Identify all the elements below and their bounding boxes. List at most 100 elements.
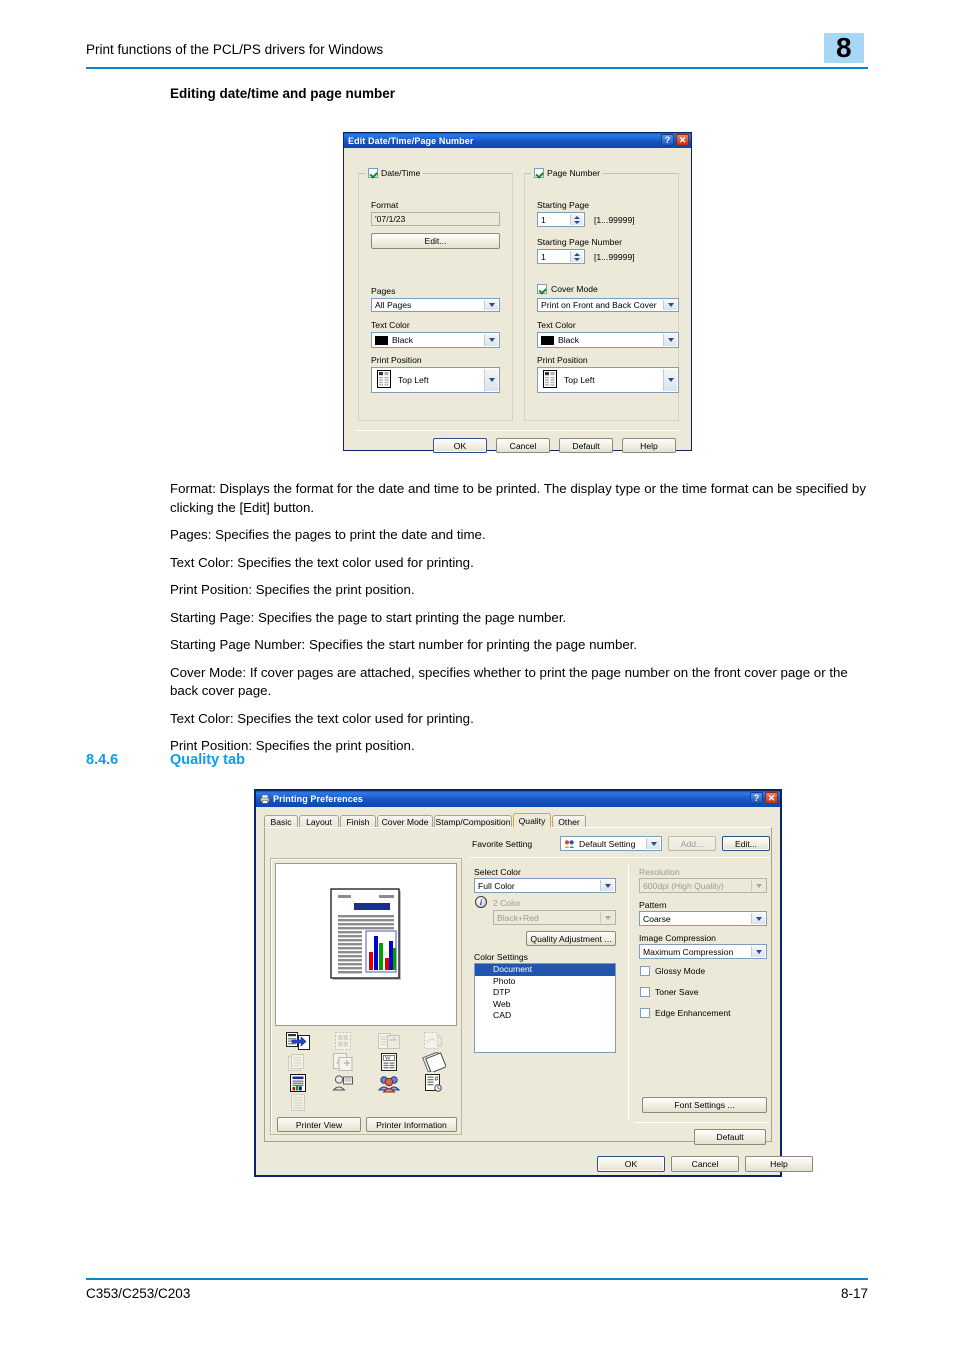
page-number-icon[interactable]: #: [412, 1072, 458, 1093]
pagenumber-checkbox[interactable]: [534, 168, 544, 178]
glossy-mode-row[interactable]: Glossy Mode: [640, 966, 705, 976]
edge-enhancement-row[interactable]: Edge Enhancement: [640, 1008, 731, 1018]
list-item[interactable]: Web: [475, 999, 615, 1011]
help-icon[interactable]: ?: [661, 134, 674, 146]
font-settings-button[interactable]: Font Settings ...: [642, 1097, 767, 1113]
cancel-button[interactable]: Cancel: [496, 438, 550, 453]
favorite-edit-button[interactable]: Edit...: [722, 836, 770, 851]
rotate-page-icon[interactable]: [412, 1051, 458, 1073]
starting-page-number-range: [1...99999]: [594, 252, 635, 262]
pages-combo[interactable]: All Pages: [371, 298, 500, 312]
toner-save-row[interactable]: Toner Save: [640, 987, 698, 997]
cover-mode-row[interactable]: Cover Mode: [537, 284, 598, 294]
right-print-position-combo[interactable]: Top Left: [537, 367, 679, 393]
cancel-button[interactable]: Cancel: [671, 1156, 739, 1172]
user-authentication-icon[interactable]: [321, 1072, 367, 1093]
starting-page-number-spinner[interactable]: 1: [537, 249, 585, 264]
right-panel-divider: [628, 865, 629, 1120]
list-item[interactable]: Photo: [475, 976, 615, 988]
chevron-down-icon[interactable]: [663, 369, 677, 391]
help-button[interactable]: Help: [745, 1156, 813, 1172]
ok-button[interactable]: OK: [433, 438, 487, 453]
account-track-icon[interactable]: [366, 1072, 412, 1093]
help-button[interactable]: Help: [622, 438, 676, 453]
quality-default-button[interactable]: Default: [694, 1129, 766, 1145]
color-settings-listbox[interactable]: Document Photo DTP Web CAD: [474, 963, 616, 1053]
printer-view-button[interactable]: Printer View: [277, 1117, 361, 1132]
starting-page-label: Starting Page: [537, 200, 590, 210]
close-icon[interactable]: ✕: [765, 792, 778, 804]
toner-save-checkbox[interactable]: [640, 987, 650, 997]
select-color-combo[interactable]: Full Color: [474, 878, 616, 893]
pagenumber-group-label: Page Number: [547, 168, 601, 178]
format-value-field[interactable]: '07/1/23: [371, 212, 500, 226]
chevron-down-icon[interactable]: [646, 838, 660, 849]
chevron-down-icon[interactable]: [484, 369, 498, 391]
starting-page-range: [1...99999]: [594, 215, 635, 225]
paragraph: Starting Page: Specifies the page to sta…: [170, 609, 567, 625]
spinner-arrows-icon[interactable]: [570, 214, 583, 225]
booklet-icon[interactable]: W: [366, 1052, 412, 1073]
font-substitution-icon: A: [321, 1052, 367, 1073]
format-edit-button[interactable]: Edit...: [371, 233, 500, 249]
copy-pages-icon: [366, 1031, 412, 1052]
quality-adjustment-button[interactable]: Quality Adjustment ...: [526, 931, 616, 946]
pattern-label: Pattern: [639, 900, 667, 910]
color-settings-label: Color Settings: [474, 952, 528, 962]
cover-mode-combo[interactable]: Print on Front and Back Cover: [537, 298, 679, 312]
resolution-label: Resolution: [639, 867, 680, 877]
chevron-down-icon[interactable]: [484, 300, 498, 310]
right-print-position-label: Print Position: [537, 355, 588, 365]
list-item[interactable]: DTP: [475, 987, 615, 999]
edge-enhancement-checkbox[interactable]: [640, 1008, 650, 1018]
pattern-combo[interactable]: Coarse: [639, 911, 767, 926]
right-text-color-label: Text Color: [537, 320, 576, 330]
right-text-color-combo[interactable]: Black: [537, 332, 679, 348]
starting-page-spinner[interactable]: 1: [537, 212, 585, 227]
tab-quality[interactable]: Quality: [513, 813, 551, 828]
cover-mode-checkbox[interactable]: [537, 284, 547, 294]
color-swatch: [375, 335, 388, 345]
chevron-down-icon[interactable]: [484, 334, 498, 346]
cover-mode-value: Print on Front and Back Cover: [541, 300, 657, 310]
starting-page-value: 1: [541, 214, 546, 225]
dialog1-titlebar[interactable]: Edit Date/Time/Page Number ? ✕: [344, 133, 691, 148]
favorite-setting-value: Default Setting: [579, 838, 636, 849]
spinner-arrows-icon[interactable]: [570, 251, 583, 262]
chevron-down-icon[interactable]: [600, 880, 614, 891]
printer-information-button[interactable]: Printer Information: [366, 1117, 457, 1132]
starting-page-number-value: 1: [541, 251, 546, 262]
collate-icon: [275, 1052, 321, 1073]
close-icon[interactable]: ✕: [676, 134, 689, 146]
left-print-position-label: Print Position: [371, 355, 422, 365]
dialog2-titlebar[interactable]: Printing Preferences ? ✕: [256, 791, 780, 807]
left-text-color-combo[interactable]: Black: [371, 332, 500, 348]
page-position-icon: [377, 370, 391, 390]
default-button[interactable]: Default: [559, 438, 613, 453]
chevron-down-icon[interactable]: [663, 300, 677, 310]
favorite-add-button[interactable]: Add...: [668, 836, 716, 851]
list-item[interactable]: CAD: [475, 1010, 615, 1022]
ok-button[interactable]: OK: [597, 1156, 665, 1172]
output-method-icon[interactable]: [275, 1031, 321, 1052]
resolution-combo: 600dpi (High Quality): [639, 878, 767, 893]
resolution-value: 600dpi (High Quality): [643, 880, 724, 891]
pattern-value: Coarse: [643, 913, 671, 924]
favorite-setting-combo[interactable]: Default Setting: [560, 836, 662, 851]
chevron-down-icon[interactable]: [663, 334, 677, 346]
two-color-value: Black+Red: [497, 912, 539, 923]
glossy-mode-checkbox[interactable]: [640, 966, 650, 976]
datetime-checkbox[interactable]: [368, 168, 378, 178]
help-icon[interactable]: ?: [750, 792, 763, 804]
chevron-down-icon: [751, 880, 765, 891]
dialog1-title: Edit Date/Time/Page Number: [348, 135, 474, 146]
left-print-position-combo[interactable]: Top Left: [371, 367, 500, 393]
chevron-down-icon[interactable]: [751, 946, 765, 957]
list-item[interactable]: Document: [475, 964, 615, 976]
chevron-down-icon[interactable]: [751, 913, 765, 924]
starting-page-number-label: Starting Page Number: [537, 237, 623, 247]
quality-settings-icon[interactable]: [275, 1072, 321, 1093]
paragraph: Format: Displays the format for the date…: [170, 481, 866, 515]
image-compression-combo[interactable]: Maximum Compression: [639, 944, 767, 959]
pages-value: All Pages: [375, 300, 412, 310]
